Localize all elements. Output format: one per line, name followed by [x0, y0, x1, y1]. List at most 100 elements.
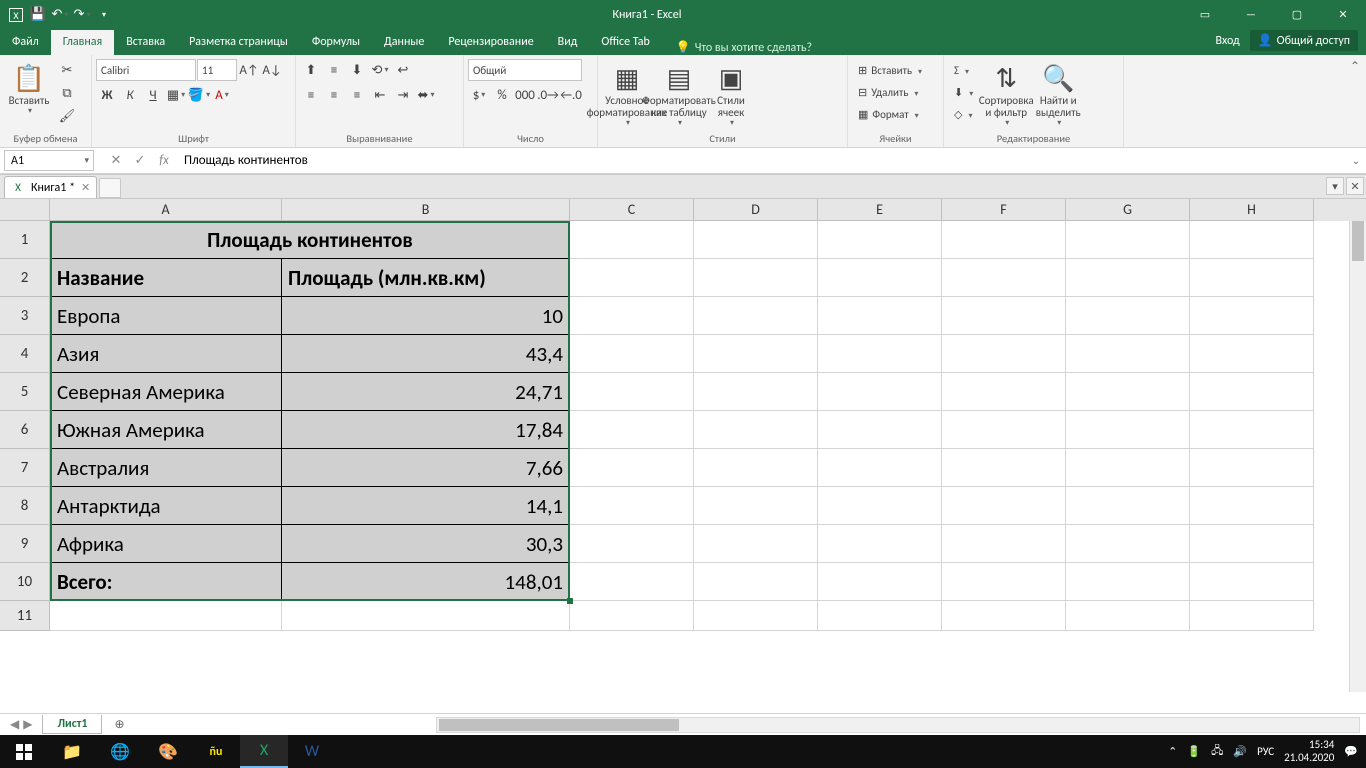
- workbook-tabs-close-all-icon[interactable]: ✕: [1346, 177, 1364, 195]
- cell[interactable]: [570, 221, 694, 259]
- cell[interactable]: [694, 411, 818, 449]
- file-explorer-icon[interactable]: 📁: [48, 735, 96, 768]
- punto-icon[interactable]: ñu: [192, 735, 240, 768]
- cell[interactable]: [1190, 487, 1314, 525]
- sheet-tab-active[interactable]: Лист1: [42, 715, 102, 734]
- collapse-ribbon-icon[interactable]: ⌃: [1344, 55, 1366, 147]
- cell[interactable]: 17,84: [282, 411, 570, 449]
- cell[interactable]: [282, 601, 570, 631]
- cell-styles-button[interactable]: ▣ Стили ячеек: [706, 59, 756, 128]
- align-top-icon[interactable]: ⬆: [300, 59, 322, 81]
- cell[interactable]: Антарктида: [50, 487, 282, 525]
- cell[interactable]: Австралия: [50, 449, 282, 487]
- align-bottom-icon[interactable]: ⬇: [346, 59, 368, 81]
- cell[interactable]: 24,71: [282, 373, 570, 411]
- cell[interactable]: [818, 449, 942, 487]
- cell[interactable]: [818, 563, 942, 601]
- font-name-select[interactable]: Calibri: [96, 59, 196, 81]
- cell[interactable]: [1066, 335, 1190, 373]
- cell[interactable]: [942, 221, 1066, 259]
- font-size-select[interactable]: 11: [197, 59, 237, 81]
- cell[interactable]: [942, 335, 1066, 373]
- cell[interactable]: [942, 259, 1066, 297]
- align-middle-icon[interactable]: ≡: [323, 59, 345, 81]
- cell[interactable]: Площадь (млн.кв.км): [282, 259, 570, 297]
- cell[interactable]: [1066, 411, 1190, 449]
- cell[interactable]: [1066, 259, 1190, 297]
- cell[interactable]: 7,66: [282, 449, 570, 487]
- cell[interactable]: [1190, 259, 1314, 297]
- decrease-indent-icon[interactable]: ⇤: [369, 84, 391, 106]
- cell[interactable]: [694, 563, 818, 601]
- tell-me-search[interactable]: 💡 Что вы хотите сделать?: [676, 40, 812, 55]
- tray-language[interactable]: РУС: [1257, 745, 1274, 758]
- row-header-11[interactable]: 11: [0, 601, 50, 631]
- workbook-tabs-menu-icon[interactable]: ▾: [1326, 177, 1344, 195]
- align-left-icon[interactable]: ≡: [300, 84, 322, 106]
- tab-insert[interactable]: Вставка: [114, 30, 177, 55]
- tab-file[interactable]: Файл: [0, 30, 51, 55]
- bold-icon[interactable]: Ж: [96, 84, 118, 106]
- expand-formula-bar-icon[interactable]: ⌄: [1346, 154, 1366, 167]
- tray-network-icon[interactable]: 🖧: [1211, 742, 1223, 761]
- cell[interactable]: [1190, 563, 1314, 601]
- cell[interactable]: 148,01: [282, 563, 570, 601]
- autosum-button[interactable]: Σ: [948, 59, 979, 81]
- col-header-C[interactable]: C: [570, 199, 694, 221]
- cell[interactable]: Название: [50, 259, 282, 297]
- cell[interactable]: [818, 221, 942, 259]
- cell[interactable]: [694, 373, 818, 411]
- sort-filter-button[interactable]: ⇅ Сортировка и фильтр: [981, 59, 1031, 128]
- vertical-scrollbar[interactable]: [1349, 199, 1366, 692]
- cell[interactable]: [818, 297, 942, 335]
- hscroll-thumb[interactable]: [439, 719, 679, 731]
- cell[interactable]: [570, 373, 694, 411]
- cell[interactable]: [818, 259, 942, 297]
- cell[interactable]: 43,4: [282, 335, 570, 373]
- cell[interactable]: [570, 259, 694, 297]
- row-header-5[interactable]: 5: [0, 373, 50, 411]
- row-header-2[interactable]: 2: [0, 259, 50, 297]
- ribbon-display-button[interactable]: ▭: [1182, 0, 1228, 29]
- share-button[interactable]: 👤 Общий доступ: [1250, 30, 1358, 51]
- decrease-decimal-icon[interactable]: ←.0: [560, 84, 582, 106]
- tray-volume-icon[interactable]: 🔊: [1233, 745, 1247, 758]
- cell[interactable]: [570, 297, 694, 335]
- cell[interactable]: [570, 449, 694, 487]
- format-painter-icon[interactable]: 🖌: [56, 105, 78, 127]
- cell[interactable]: [570, 601, 694, 631]
- merge-icon[interactable]: ⬌: [415, 84, 437, 106]
- cell[interactable]: [694, 601, 818, 631]
- insert-cells-button[interactable]: ⊞Вставить: [852, 59, 928, 81]
- cell[interactable]: [1190, 411, 1314, 449]
- cell[interactable]: [1066, 373, 1190, 411]
- row-header-10[interactable]: 10: [0, 563, 50, 601]
- number-format-select[interactable]: Общий: [468, 59, 582, 81]
- row-header-1[interactable]: 1: [0, 221, 50, 259]
- increase-indent-icon[interactable]: ⇥: [392, 84, 414, 106]
- cell[interactable]: [1190, 373, 1314, 411]
- accounting-format-icon[interactable]: $: [468, 84, 490, 106]
- paint-icon[interactable]: 🎨: [144, 735, 192, 768]
- col-header-F[interactable]: F: [942, 199, 1066, 221]
- selection-handle[interactable]: [567, 598, 573, 604]
- cell[interactable]: [942, 487, 1066, 525]
- tab-formulas[interactable]: Формулы: [300, 30, 372, 55]
- cell[interactable]: [1066, 221, 1190, 259]
- row-header-3[interactable]: 3: [0, 297, 50, 335]
- percent-format-icon[interactable]: %: [491, 84, 513, 106]
- cell[interactable]: [942, 563, 1066, 601]
- cell[interactable]: [818, 335, 942, 373]
- excel-taskbar-icon[interactable]: X: [240, 735, 288, 768]
- workbook-tab-active[interactable]: X Книга1 * ✕: [4, 176, 97, 198]
- cut-icon[interactable]: ✂: [56, 59, 78, 81]
- tab-home[interactable]: Главная: [51, 30, 114, 55]
- horizontal-scrollbar[interactable]: [436, 717, 1360, 733]
- copy-icon[interactable]: ⧉: [56, 82, 78, 104]
- increase-decimal-icon[interactable]: .0→: [537, 84, 559, 106]
- name-box[interactable]: A1: [4, 150, 94, 171]
- cell[interactable]: [1190, 601, 1314, 631]
- cell[interactable]: [1190, 221, 1314, 259]
- tab-data[interactable]: Данные: [372, 30, 436, 55]
- redo-icon[interactable]: ↷: [74, 7, 90, 23]
